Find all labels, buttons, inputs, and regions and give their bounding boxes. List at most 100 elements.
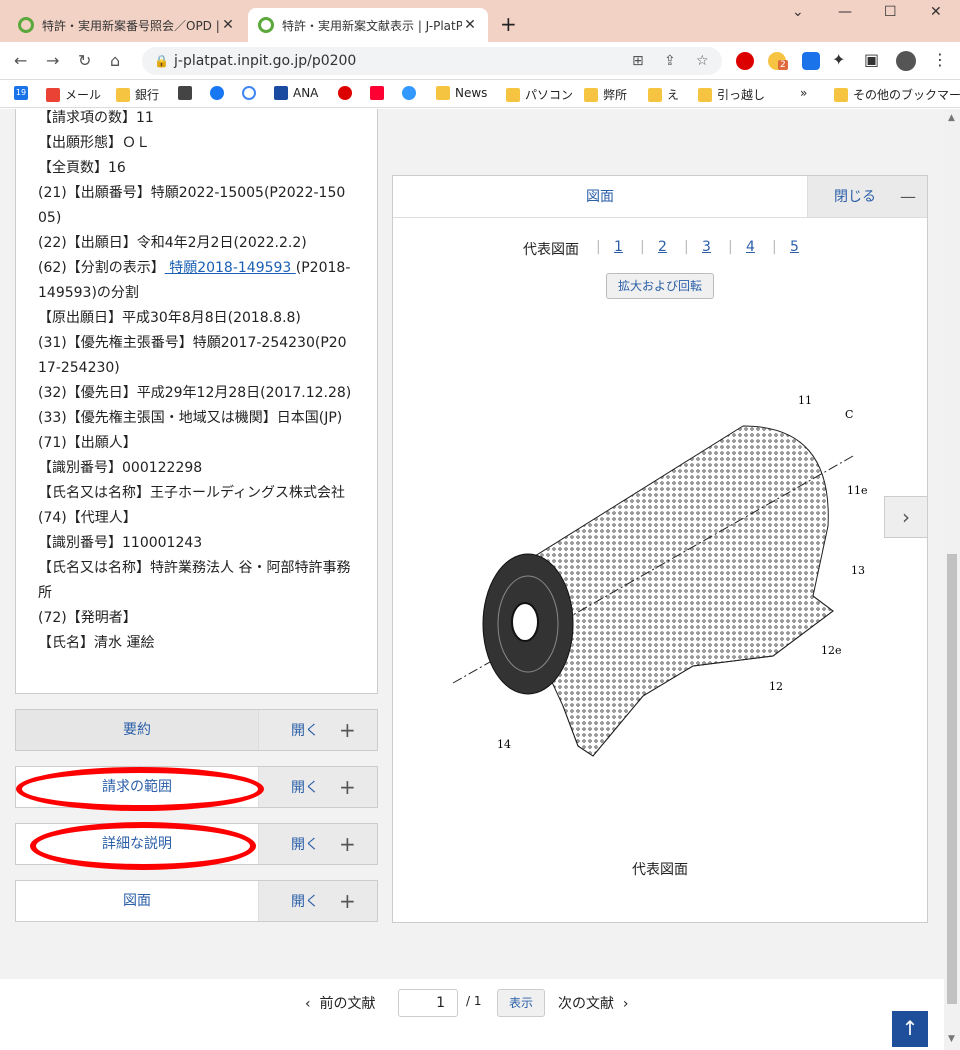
translate-icon[interactable]: ⊞ (632, 47, 644, 75)
calendar-bookmark[interactable]: 19 (14, 86, 33, 100)
division-prefix: (62)【分割の表示】 (38, 260, 165, 276)
open-toggle[interactable]: 開く + (258, 710, 377, 750)
chevron-down-icon[interactable]: ⌄ (792, 4, 804, 20)
bookmark-photo[interactable] (178, 86, 197, 100)
bookmark-other[interactable]: その他のブックマーク (834, 86, 960, 103)
bookmark-label: え (667, 88, 680, 102)
bookmark-news[interactable]: News (436, 86, 487, 100)
menu-dots-icon[interactable]: ⋮ (932, 50, 948, 69)
open-toggle[interactable]: 開く + (258, 824, 377, 864)
maximize-button[interactable]: ☐ (884, 4, 897, 20)
folder-icon (506, 87, 520, 102)
lock-icon[interactable]: 🔒 (154, 47, 169, 75)
page-scrollbar[interactable]: ▲ ▼ (944, 109, 960, 1050)
address-bar[interactable]: 🔒 j-platpat.inpit.go.jp/p0200 ⊞ ⇪ ☆ (142, 47, 722, 75)
page-number-input[interactable]: 1 (398, 989, 458, 1017)
biblio-line: (74)【代理人】 (38, 510, 137, 526)
bookmark-google[interactable] (242, 86, 261, 100)
tab-bar: 特許・実用新案番号照会／OPD | J- ✕ 特許・実用新案文献表示 | J-P… (0, 0, 960, 42)
tab-opd[interactable]: 特許・実用新案番号照会／OPD | J- ✕ (8, 8, 246, 42)
section-drawings[interactable]: 図面 開く + (15, 880, 378, 922)
window-close-button[interactable]: ✕ (930, 4, 942, 20)
back-arrow-icon[interactable]: ← (14, 51, 27, 70)
yahoo-icon (370, 86, 384, 100)
bookmark-facebook[interactable] (210, 86, 229, 100)
bookmark-ana[interactable]: ANA (274, 86, 318, 100)
puzzle-extensions-icon[interactable]: ✦ (832, 50, 845, 69)
bookmark-label: 引っ越し (717, 88, 766, 102)
ref-label: 14 (497, 738, 511, 751)
show-button[interactable]: 表示 (497, 989, 545, 1017)
roll-core (511, 602, 539, 642)
bookmark-mail[interactable]: メール (46, 86, 101, 103)
bookmark-infinity[interactable] (402, 86, 421, 100)
side-panel-icon[interactable]: ▣ (864, 50, 879, 69)
ref-label: 12 (769, 680, 783, 693)
bookmark-label: 弊所 (603, 88, 628, 102)
scroll-up-icon[interactable]: ▲ (948, 113, 955, 123)
bookmark-moving[interactable]: 引っ越し (698, 86, 765, 103)
bookmark-office[interactable]: 弊所 (584, 86, 627, 103)
folder-icon (584, 87, 598, 102)
figure-page-link[interactable]: 5 (790, 239, 799, 255)
bookmark-yahoo[interactable] (370, 86, 389, 100)
figure-page-link[interactable]: 2 (658, 239, 667, 255)
bookmark-star-icon[interactable]: ☆ (696, 47, 709, 75)
bookmark-pc[interactable]: パソコン (506, 86, 573, 103)
section-abstract[interactable]: 要約 開く + (15, 709, 378, 751)
facebook-icon (210, 86, 224, 100)
browser-toolbar: ← → ↻ ⌂ 🔒 j-platpat.inpit.go.jp/p0200 ⊞ … (0, 42, 960, 80)
scrollbar-thumb[interactable] (947, 554, 957, 1004)
scroll-down-icon[interactable]: ▼ (948, 1034, 955, 1044)
share-icon[interactable]: ⇪ (664, 47, 676, 75)
open-label: 開く (291, 723, 319, 739)
jplatpat-favicon-icon (18, 17, 34, 33)
translate-extension-icon[interactable] (802, 52, 820, 70)
biblio-line: 【識別番号】000122298 (38, 460, 203, 476)
figure-page-link[interactable]: 3 (702, 239, 711, 255)
scroll-to-top-button[interactable]: ↑ (892, 1011, 928, 1047)
biblio-line: (72)【発明者】 (38, 610, 137, 626)
ref-label: 13 (851, 564, 865, 577)
biblio-line: 【識別番号】110001243 (38, 535, 203, 551)
bookmarks-bar: 19 メール 銀行 ANA News パソコン 弊所 え 引っ越し » その他の… (0, 80, 960, 108)
close-tab-icon[interactable]: ✕ (220, 17, 236, 33)
division-suffix: (P2018- (295, 260, 351, 276)
division-line-2: 149593)の分割 (38, 285, 139, 301)
profile-avatar[interactable] (896, 51, 916, 71)
biblio-line: 所 (38, 585, 52, 601)
reload-icon[interactable]: ↻ (78, 51, 91, 70)
opera-extension-icon[interactable] (736, 52, 754, 70)
close-figure-button[interactable]: 閉じる — (807, 176, 927, 217)
bookmark-label: 銀行 (135, 88, 160, 102)
extension-badge: 2 (778, 60, 788, 70)
open-toggle[interactable]: 開く + (258, 767, 377, 807)
zoom-rotate-button[interactable]: 拡大および回転 (606, 273, 714, 299)
next-document-link[interactable]: 次の文献 › (558, 993, 629, 1013)
new-tab-button[interactable]: + (500, 12, 517, 36)
photo-icon (178, 86, 192, 100)
next-figure-button[interactable]: › (884, 496, 928, 538)
figure-page-link[interactable]: 1 (614, 239, 623, 255)
ref-label: 11 (798, 394, 812, 407)
biblio-line: (71)【出願人】 (38, 435, 137, 451)
tab-document[interactable]: 特許・実用新案文献表示 | J-PlatPat ✕ (248, 8, 488, 42)
figure-page-link[interactable]: 4 (746, 239, 755, 255)
division-link[interactable]: 特願2018-149593 (165, 260, 296, 276)
home-icon[interactable]: ⌂ (110, 51, 120, 70)
bookmark-label: ANA (293, 86, 319, 100)
bookmark-e[interactable]: え (648, 86, 679, 103)
biblio-line: (33)【優先権主張国・地域又は機関】日本国(JP) (38, 410, 343, 426)
figure-panel-header: 図面 閉じる — (393, 176, 927, 218)
forward-arrow-icon[interactable]: → (46, 51, 59, 70)
bookmarks-overflow-icon[interactable]: » (800, 86, 807, 100)
bookmark-bank[interactable]: 銀行 (116, 86, 159, 103)
separator: | (772, 239, 777, 255)
biblio-line: (31)【優先権主張番号】特願2017-254230(P20 (38, 335, 347, 351)
minimize-button[interactable]: — (838, 4, 852, 20)
prev-document-link[interactable]: ‹ 前の文献 (305, 993, 376, 1013)
open-toggle[interactable]: 開く + (258, 881, 377, 921)
bookmark-red-a[interactable] (338, 86, 357, 100)
close-tab-icon[interactable]: ✕ (462, 17, 478, 33)
idea-extension-icon[interactable]: 2 (768, 52, 788, 70)
